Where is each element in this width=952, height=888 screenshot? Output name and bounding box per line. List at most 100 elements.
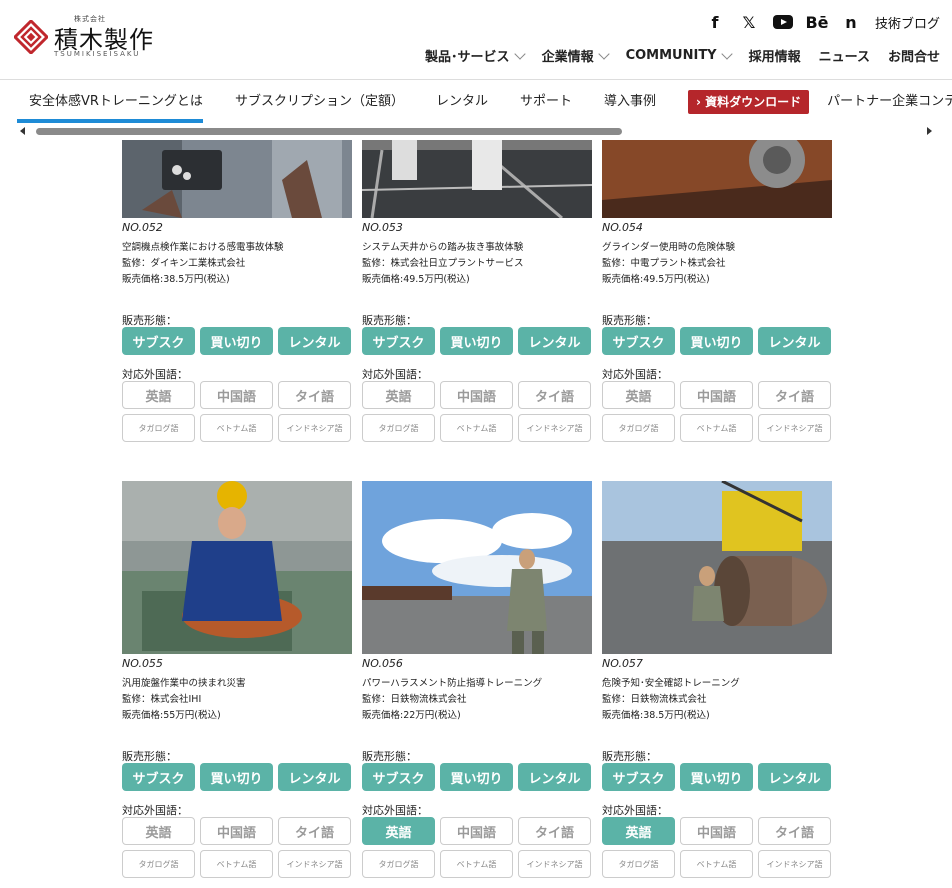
product-title[interactable]: パワーハラスメント防止指導トレーニング [362,675,542,689]
subscription-button[interactable]: サブスク [602,763,675,791]
product-card[interactable]: NO.052 空調機点検作業における感電事故体験 監修：ダイキン工業株式会社 販… [122,140,354,448]
product-thumbnail[interactable] [122,140,352,218]
sales-type-label: 販売形態： [362,750,417,763]
language-buttons-small: タガログ語 ベトナム語 インドネシア語 [362,850,591,878]
sales-type-label: 販売形態： [122,750,177,763]
product-price: 販売価格:38.5万円(税込) [122,274,230,285]
subnav-about[interactable]: 安全体感VRトレーニングとは [29,91,217,113]
subnav-cases[interactable]: 導入事例 [604,91,670,113]
purchase-button[interactable]: 買い切り [680,327,753,355]
logo-subtext: TSUMIKISEISAKU [54,50,141,58]
lang-tagalog: タガログ語 [362,850,435,878]
product-card[interactable]: NO.053 システム天井からの踏み抜き事故体験 監修：株式会社日立プラントサー… [362,140,594,448]
active-tab-indicator [17,119,203,123]
lang-vietnamese: ベトナム語 [680,414,753,442]
chevron-down-icon [513,47,526,60]
product-card[interactable]: NO.057 危険予知･安全確認トレーニング 監修：日鉄物流株式会社 販売価格:… [602,481,834,884]
download-button[interactable]: › 資料ダウンロード [688,90,810,114]
product-title[interactable]: 空調機点検作業における感電事故体験 [122,239,284,253]
rental-button[interactable]: レンタル [278,763,351,791]
product-supervisor: 監修：中電プラント株式会社 [602,258,726,269]
lang-english: 英語 [362,817,435,845]
product-thumbnail[interactable] [362,140,592,218]
nav-products[interactable]: 製品･サービス [425,46,526,65]
rental-button[interactable]: レンタル [518,763,591,791]
product-number: NO.055 [122,657,163,670]
rental-button[interactable]: レンタル [758,327,831,355]
purchase-button[interactable]: 買い切り [200,763,273,791]
lang-vietnamese: ベトナム語 [680,850,753,878]
product-card[interactable]: NO.054 グラインダー使用時の危険体験 監修：中電プラント株式会社 販売価格… [602,140,834,448]
scroll-right-icon[interactable] [927,127,932,135]
scroll-thumb[interactable] [36,128,622,135]
product-title[interactable]: グラインダー使用時の危険体験 [602,239,735,253]
language-buttons: 英語 中国語 タイ語 [122,817,351,845]
product-title[interactable]: システム天井からの踏み抜き事故体験 [362,239,523,253]
product-title[interactable]: 危険予知･安全確認トレーニング [602,675,740,689]
nav-recruit[interactable]: 採用情報 [749,46,801,65]
thumbnail-image [362,140,592,218]
youtube-icon-shape [772,15,793,29]
subnav-partner[interactable]: パートナー企業コンテンツ [827,91,952,113]
youtube-icon[interactable] [772,12,793,32]
subscription-button[interactable]: サブスク [122,763,195,791]
product-thumbnail[interactable] [362,481,592,654]
lang-english: 英語 [122,381,195,409]
nav-news[interactable]: ニュース [819,46,870,65]
lang-english: 英語 [122,817,195,845]
company-logo[interactable]: 株式会社 積木製作 TSUMIKISEISAKU [14,14,174,60]
behance-icon[interactable]: Bē [805,12,828,32]
product-thumbnail[interactable] [602,140,832,218]
subnav-subscription[interactable]: サブスクリプション（定額） [235,91,418,113]
horizontal-scrollbar[interactable] [20,126,932,136]
nav-community[interactable]: COMMUNITY [625,47,733,63]
purchase-button[interactable]: 買い切り [440,327,513,355]
facebook-icon[interactable]: f [705,12,725,32]
product-supervisor: 監修：株式会社IHI [122,694,202,705]
scroll-left-icon[interactable] [20,127,25,135]
rental-button[interactable]: レンタル [518,327,591,355]
lang-vietnamese: ベトナム語 [200,414,273,442]
tech-blog-link[interactable]: 技術ブログ [875,13,940,32]
lang-thai: タイ語 [758,381,831,409]
subnav-support[interactable]: サポート [520,91,586,113]
language-label: 対応外国語： [122,368,188,381]
nav-contact[interactable]: お問合せ [888,46,940,65]
lang-indonesian: インドネシア語 [278,850,351,878]
product-price: 販売価格:49.5万円(税込) [602,274,710,285]
note-icon[interactable]: n [841,12,861,32]
rental-button[interactable]: レンタル [758,763,831,791]
lang-thai: タイ語 [518,381,591,409]
subscription-button[interactable]: サブスク [362,327,435,355]
product-price: 販売価格:49.5万円(税込) [362,274,470,285]
lang-indonesian: インドネシア語 [278,414,351,442]
product-supervisor: 監修：ダイキン工業株式会社 [122,258,246,269]
rental-button[interactable]: レンタル [278,327,351,355]
lang-indonesian: インドネシア語 [758,850,831,878]
subscription-button[interactable]: サブスク [122,327,195,355]
sales-type-buttons: サブスク 買い切り レンタル [602,327,831,355]
lang-thai: タイ語 [278,381,351,409]
sales-type-buttons: サブスク 買い切り レンタル [602,763,831,791]
lang-chinese: 中国語 [200,817,273,845]
language-label: 対応外国語： [362,804,428,817]
subscription-button[interactable]: サブスク [362,763,435,791]
product-card[interactable]: NO.056 パワーハラスメント防止指導トレーニング 監修：日鉄物流株式会社 販… [362,481,594,884]
language-buttons: 英語 中国語 タイ語 [362,817,591,845]
lang-vietnamese: ベトナム語 [440,414,513,442]
lang-chinese: 中国語 [680,817,753,845]
product-card[interactable]: NO.055 汎用旋盤作業中の挟まれ災害 監修：株式会社IHI 販売価格:55万… [122,481,354,884]
product-thumbnail[interactable] [122,481,352,654]
product-thumbnail[interactable] [602,481,832,654]
purchase-button[interactable]: 買い切り [440,763,513,791]
x-icon[interactable]: 𝕏 [739,12,759,32]
purchase-button[interactable]: 買い切り [680,763,753,791]
purchase-button[interactable]: 買い切り [200,327,273,355]
subnav-rental[interactable]: レンタル [436,91,502,113]
product-title[interactable]: 汎用旋盤作業中の挟まれ災害 [122,675,246,689]
subscription-button[interactable]: サブスク [602,327,675,355]
nav-label: COMMUNITY [625,48,717,63]
nav-company[interactable]: 企業情報 [542,46,610,65]
lang-chinese: 中国語 [680,381,753,409]
language-buttons: 英語 中国語 タイ語 [602,381,831,409]
